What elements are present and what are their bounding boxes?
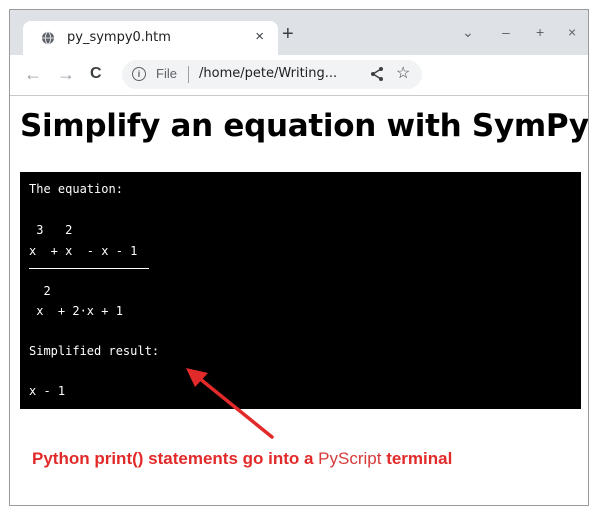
minimize-icon[interactable]: – (502, 24, 510, 40)
tab-strip: py_sympy0.htm × + ⌄ – + × (10, 10, 588, 55)
browser-toolbar: ← → C i File /home/pete/Writing... ☆ (10, 55, 588, 96)
terminal-line: x + x - x - 1 (29, 244, 138, 258)
close-window-icon[interactable]: × (568, 24, 576, 40)
globe-icon (42, 31, 54, 45)
tab-title: py_sympy0.htm (67, 30, 171, 45)
forward-arrow-icon[interactable]: → (57, 65, 75, 83)
share-icon[interactable] (370, 66, 384, 82)
new-tab-button[interactable]: + (282, 24, 294, 44)
bookmark-star-icon[interactable]: ☆ (396, 63, 410, 83)
fraction-bar (29, 268, 149, 269)
terminal-line: Simplified result: (29, 344, 160, 358)
annotation-arrow (186, 368, 274, 439)
close-tab-icon[interactable]: × (255, 28, 264, 45)
annotation-text: terminal (381, 449, 453, 468)
annotation-caption: Python print() statements go into a PySc… (32, 449, 452, 469)
scheme-label: File (156, 66, 177, 81)
annotation-highlight: PyScript (318, 449, 382, 468)
annotation-text: Python print() statements go into a (32, 449, 319, 468)
pyscript-terminal: The equation: 3 2 x + x - x - 1 2 x + 2·… (20, 172, 581, 409)
reload-icon[interactable]: C (90, 65, 102, 83)
terminal-line: 2 (29, 284, 51, 298)
address-bar[interactable]: i File /home/pete/Writing... ☆ (122, 60, 422, 89)
back-arrow-icon[interactable]: ← (24, 65, 42, 83)
page-title: Simplify an equation with SymPy (20, 108, 589, 144)
browser-window: py_sympy0.htm × + ⌄ – + × ← → C i File /… (9, 9, 589, 506)
terminal-line: x - 1 (29, 384, 66, 398)
url-text[interactable]: /home/pete/Writing... (199, 66, 337, 81)
address-divider (188, 66, 189, 83)
tab-search-icon[interactable]: ⌄ (462, 24, 474, 41)
terminal-line: x + 2·x + 1 (29, 304, 123, 318)
terminal-line: 3 2 (29, 223, 73, 237)
active-tab[interactable]: py_sympy0.htm × (23, 21, 278, 55)
terminal-line: The equation: (29, 182, 123, 196)
info-icon[interactable]: i (132, 67, 146, 81)
maximize-icon[interactable]: + (536, 24, 544, 40)
